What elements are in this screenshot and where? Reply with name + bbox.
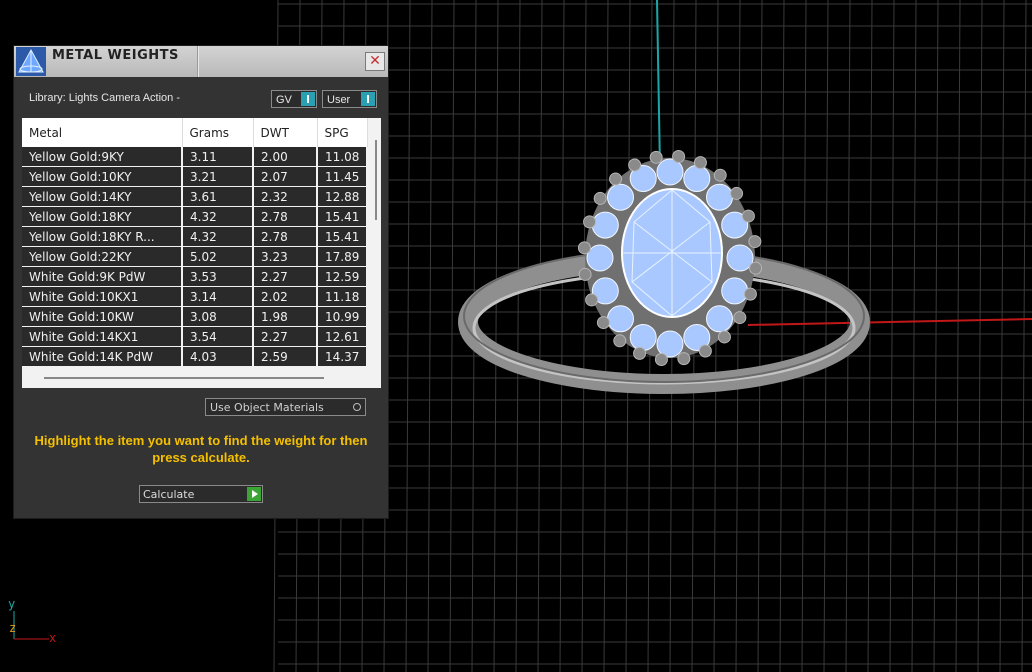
table-cell: 11.18 — [317, 286, 368, 307]
table-cell: 15.41 — [317, 226, 368, 247]
table-row[interactable]: Yellow Gold:18KY R... 4.32 2.78 15.41 — [22, 226, 368, 247]
table-cell: 5.02 — [182, 246, 254, 267]
table-cell: 12.88 — [317, 186, 368, 207]
y-axis-line — [656, 0, 661, 169]
table-row[interactable]: Yellow Gold:14KY 3.61 2.32 12.88 — [22, 186, 368, 207]
table-row[interactable]: White Gold:10KX1 3.14 2.02 11.18 — [22, 286, 368, 307]
table-cell: 4.32 — [182, 226, 254, 247]
table-cell: 1.98 — [253, 306, 318, 327]
table-cell: 3.23 — [253, 246, 318, 267]
table-row[interactable]: Yellow Gold:10KY 3.21 2.07 11.45 — [22, 166, 368, 187]
table-cell: 12.61 — [317, 326, 368, 347]
table-cell: 2.78 — [253, 226, 318, 247]
calculate-label: Calculate — [143, 488, 195, 501]
user-select-label: User — [327, 94, 351, 106]
user-dropdown-icon[interactable] — [361, 92, 375, 106]
table-cell: 10.99 — [317, 306, 368, 327]
table-cell: 3.53 — [182, 266, 254, 287]
table-cell: White Gold:10KW — [22, 306, 183, 327]
table-cell: 2.02 — [253, 286, 318, 307]
close-button[interactable]: ✕ — [365, 52, 385, 71]
metal-weights-panel: METAL WEIGHTS ✕ Library: Lights Camera A… — [14, 46, 388, 518]
gv-select[interactable]: GV — [271, 90, 317, 108]
user-select[interactable]: User — [322, 90, 377, 108]
table-row[interactable]: Yellow Gold:9KY 3.11 2.00 11.08 — [22, 147, 368, 167]
library-label: Library: Lights Camera Action - — [29, 92, 181, 104]
column-header-grams[interactable]: Grams — [182, 118, 254, 147]
panel-titlebar[interactable]: METAL WEIGHTS ✕ — [14, 46, 388, 77]
axis-y-label: y — [8, 597, 16, 611]
table-cell: Yellow Gold:18KY R... — [22, 226, 183, 247]
play-icon[interactable] — [247, 487, 261, 501]
table-cell: 2.59 — [253, 346, 318, 367]
table-cell: 4.03 — [182, 346, 254, 367]
table-row[interactable]: Yellow Gold:22KY 5.02 3.23 17.89 — [22, 246, 368, 267]
table-cell: Yellow Gold:10KY — [22, 166, 183, 187]
table-cell: 3.61 — [182, 186, 254, 207]
column-header-dwt[interactable]: DWT — [253, 118, 318, 147]
table-cell: White Gold:10KX1 — [22, 286, 183, 307]
table-cell: 2.78 — [253, 206, 318, 227]
table-cell: White Gold:14K PdW — [22, 346, 183, 367]
panel-title: METAL WEIGHTS — [52, 48, 179, 63]
vertical-scrollbar[interactable] — [371, 118, 381, 388]
metal-table[interactable]: Metal Grams DWT SPG Yellow Gold:9KY 3.11 2… — [22, 118, 381, 388]
table-cell: 12.59 — [317, 266, 368, 287]
table-cell: 14.37 — [317, 346, 368, 367]
table-cell: 11.45 — [317, 166, 368, 187]
table-row[interactable]: White Gold:14KX1 3.54 2.27 12.61 — [22, 326, 368, 347]
calculate-button[interactable]: Calculate — [139, 485, 263, 503]
axis-z-label: z — [9, 621, 17, 635]
table-cell: White Gold:14KX1 — [22, 326, 183, 347]
table-cell: 3.14 — [182, 286, 254, 307]
table-row[interactable]: White Gold:9K PdW 3.53 2.27 12.59 — [22, 266, 368, 287]
table-cell: 3.11 — [182, 147, 254, 167]
table-cell: Yellow Gold:18KY — [22, 206, 183, 227]
table-cell: 4.32 — [182, 206, 254, 227]
table-cell: 15.41 — [317, 206, 368, 227]
x-axis-line — [747, 318, 1032, 326]
table-row[interactable]: White Gold:14K PdW 4.03 2.59 14.37 — [22, 346, 368, 367]
column-header-metal[interactable]: Metal — [22, 118, 183, 147]
table-row[interactable]: Yellow Gold:18KY 4.32 2.78 15.41 — [22, 206, 368, 227]
horizontal-scroll-thumb[interactable] — [44, 377, 324, 379]
table-cell: 3.08 — [182, 306, 254, 327]
table-cell: Yellow Gold:9KY — [22, 147, 183, 167]
object-materials-label: Use Object Materials — [210, 401, 324, 414]
table-header: Metal Grams DWT SPG — [22, 118, 368, 147]
table-cell: 3.21 — [182, 166, 254, 187]
object-materials-select[interactable]: Use Object Materials — [205, 398, 366, 416]
table-cell: 11.08 — [317, 147, 368, 167]
dropdown-circle-icon[interactable] — [350, 400, 364, 414]
title-divider-highlight — [198, 46, 199, 77]
horizontal-scrollbar[interactable] — [22, 370, 371, 388]
table-cell: 3.54 — [182, 326, 254, 347]
app-logo-icon — [16, 47, 46, 76]
table-cell: 2.27 — [253, 266, 318, 287]
column-header-spg[interactable]: SPG — [317, 118, 368, 147]
instruction-text: Highlight the item you want to find the … — [34, 433, 368, 465]
table-cell: 17.89 — [317, 246, 368, 267]
table-cell: 2.00 — [253, 147, 318, 167]
table-cell: 2.07 — [253, 166, 318, 187]
table-cell: Yellow Gold:22KY — [22, 246, 183, 267]
axis-x-label: x — [49, 631, 57, 645]
table-cell: Yellow Gold:14KY — [22, 186, 183, 207]
gv-dropdown-icon[interactable] — [301, 92, 315, 106]
table-row[interactable]: White Gold:10KW 3.08 1.98 10.99 — [22, 306, 368, 327]
gv-select-label: GV — [276, 94, 292, 106]
table-cell: 2.32 — [253, 186, 318, 207]
table-cell: 2.27 — [253, 326, 318, 347]
vertical-scroll-thumb[interactable] — [375, 140, 377, 220]
table-cell: White Gold:9K PdW — [22, 266, 183, 287]
